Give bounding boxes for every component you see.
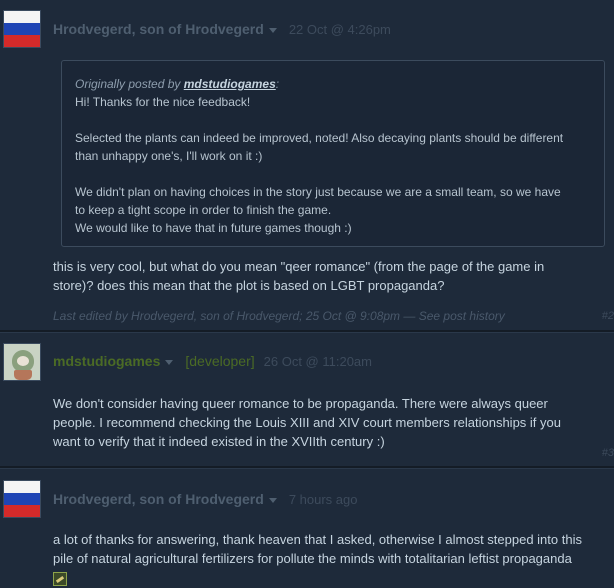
body-line: pile of natural agricultural fertilizers… [53, 551, 572, 566]
author-name[interactable]: mdstudiogames [53, 353, 160, 369]
author-name[interactable]: Hrodvegerd, son of Hrodvegerd [53, 21, 264, 37]
chevron-down-icon[interactable] [268, 497, 277, 503]
steam-emoticon-icon [53, 571, 67, 586]
developer-badge: [developer] [185, 353, 255, 369]
post-history-link[interactable]: See post history [419, 309, 505, 323]
russian-flag-icon [4, 11, 40, 47]
avatar[interactable] [3, 343, 41, 381]
body-line: want to verify that it indeed existed in… [53, 434, 385, 449]
comment-body: a lot of thanks for answering, thank hea… [53, 530, 613, 587]
divider [0, 466, 614, 468]
body-line: a lot of thanks for answering, thank hea… [53, 532, 582, 547]
body-line: store)? does this mean that the plot is … [53, 278, 445, 293]
quote-line: We didn't plan on having choices in the … [75, 185, 561, 199]
quote-block: Originally posted by mdstudiogames: Hi! … [61, 60, 605, 247]
body-line: people. I recommend checking the Louis X… [53, 415, 561, 430]
comment-header: mdstudiogames [developer] 26 Oct @ 11:20… [53, 351, 372, 371]
post-number[interactable]: #3 [602, 447, 614, 459]
russian-flag-icon [4, 481, 40, 517]
body-line: We don't consider having queer romance t… [53, 396, 548, 411]
comment-body: We don't consider having queer romance t… [53, 394, 613, 451]
quote-line: than unhappy one's, I'll work on it :) [75, 149, 263, 163]
comment-post: Hrodvegerd, son of Hrodvegerd 7 hours ag… [0, 469, 614, 588]
chevron-down-icon[interactable] [165, 359, 174, 365]
quote-line: to keep a tight scope in order to finish… [75, 203, 332, 217]
chevron-down-icon[interactable] [268, 27, 277, 33]
divider [0, 330, 614, 332]
timestamp: 26 Oct @ 11:20am [263, 353, 372, 369]
comment-post: Hrodvegerd, son of Hrodvegerd 22 Oct @ 4… [0, 0, 614, 330]
body-line [53, 568, 613, 587]
quote-line: Hi! Thanks for the nice feedback! [75, 95, 251, 109]
comment-body: this is very cool, but what do you mean … [53, 257, 613, 295]
timestamp: 7 hours ago [288, 491, 358, 507]
avatar[interactable] [3, 480, 41, 518]
body-line: this is very cool, but what do you mean … [53, 259, 545, 274]
comment-post: mdstudiogames [developer] 26 Oct @ 11:20… [0, 333, 614, 466]
author-name[interactable]: Hrodvegerd, son of Hrodvegerd [53, 491, 264, 507]
comment-header: Hrodvegerd, son of Hrodvegerd 7 hours ag… [53, 489, 357, 509]
comment-thread: Hrodvegerd, son of Hrodvegerd 22 Oct @ 4… [0, 0, 614, 588]
quote-line: We would like to have that in future gam… [75, 221, 352, 235]
developer-avatar-icon [4, 344, 40, 380]
comment-header: Hrodvegerd, son of Hrodvegerd 22 Oct @ 4… [53, 19, 391, 39]
quote-author-link[interactable]: mdstudiogames [184, 77, 276, 91]
edit-notice: Last edited by Hrodvegerd, son of Hrodve… [53, 309, 505, 323]
quote-attribution: Originally posted by mdstudiogames: [75, 77, 280, 91]
quote-line: Selected the plants can indeed be improv… [75, 131, 564, 145]
post-number[interactable]: #2 [602, 310, 614, 322]
timestamp: 22 Oct @ 4:26pm [288, 21, 391, 37]
avatar[interactable] [3, 10, 41, 48]
